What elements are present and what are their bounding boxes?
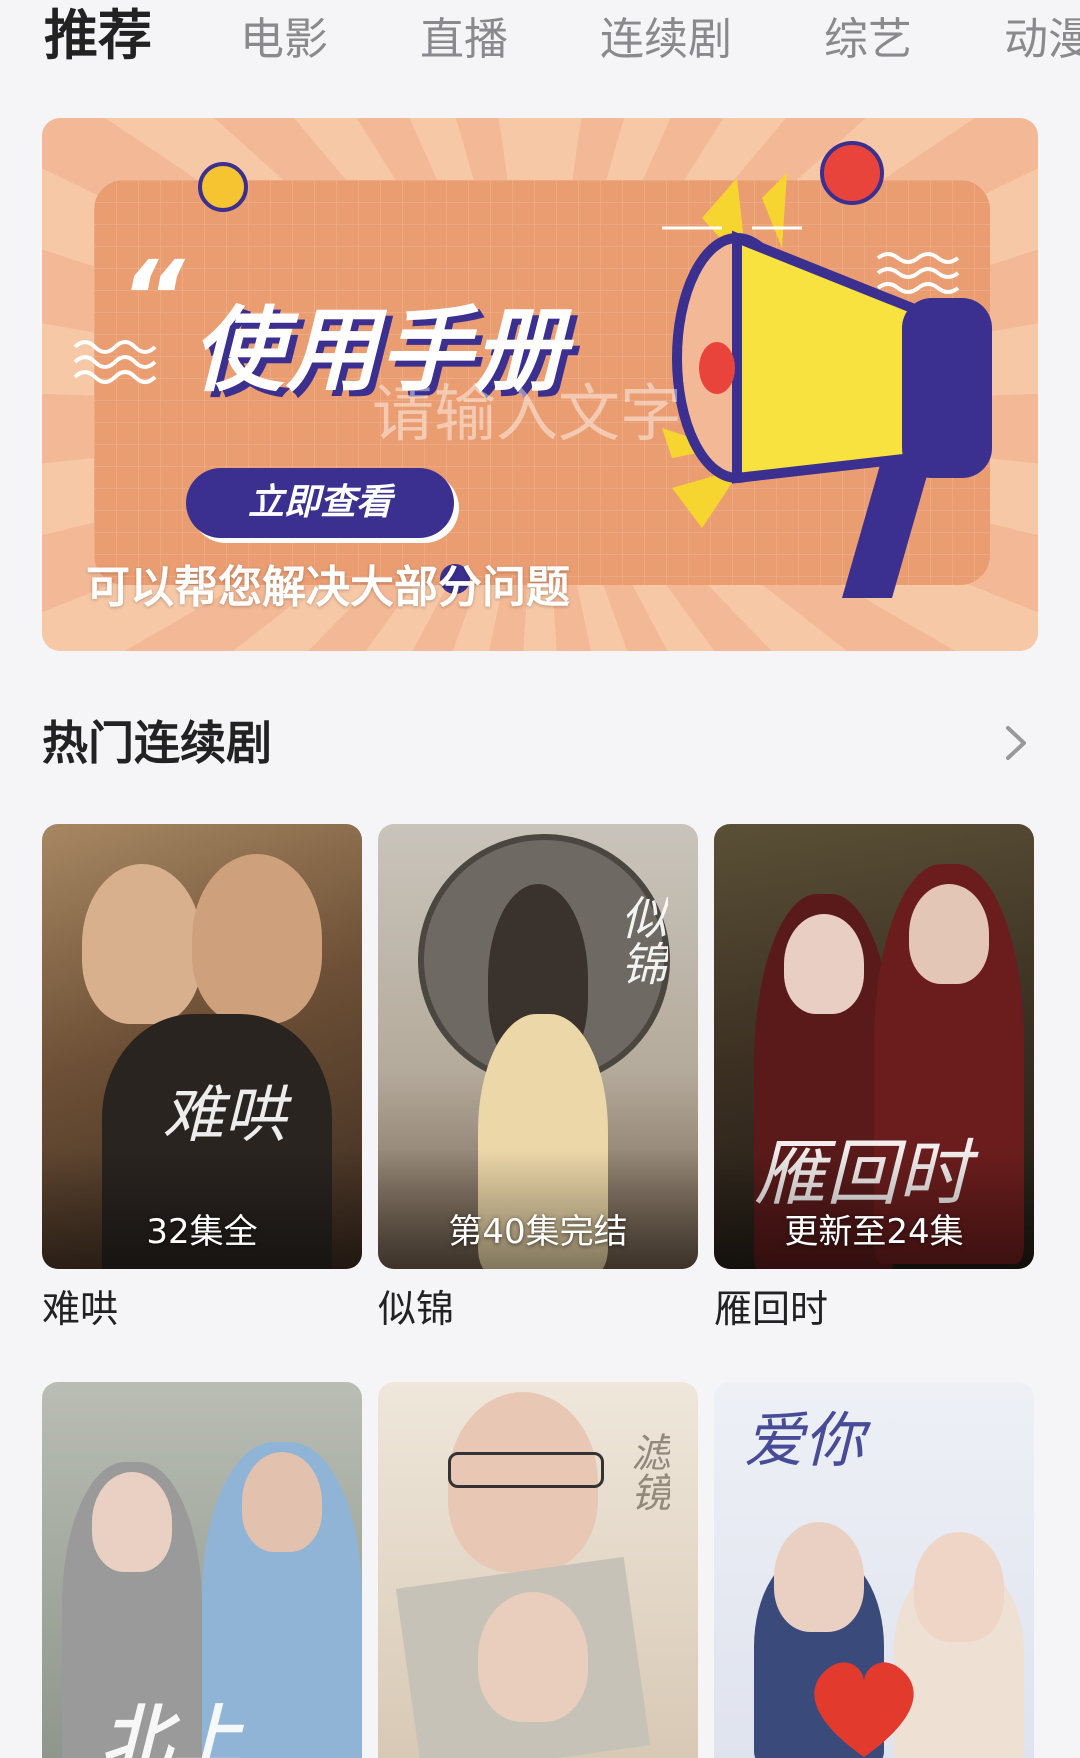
tab-variety[interactable]: 综艺 bbox=[824, 10, 912, 70]
show-poster[interactable]: 难哄 32集全 bbox=[42, 824, 362, 1269]
poster-title-art: 似锦 bbox=[614, 894, 668, 986]
show-card[interactable]: 滤镜 bbox=[378, 1382, 698, 1758]
poster-face bbox=[909, 884, 989, 984]
top-tab-bar: 推荐 电影 直播 连续剧 综艺 动漫 bbox=[0, 0, 1080, 90]
episode-badge: 更新至24集 bbox=[784, 1212, 964, 1252]
quote-mark: “ bbox=[120, 239, 185, 356]
show-title[interactable]: 似锦 bbox=[378, 1283, 698, 1335]
poster-title-art: 难哄 bbox=[162, 1078, 287, 1151]
tab-anime[interactable]: 动漫 bbox=[1004, 10, 1080, 70]
poster-face bbox=[784, 914, 864, 1014]
heart-icon bbox=[814, 1662, 914, 1757]
show-poster[interactable]: 北上 bbox=[42, 1382, 362, 1758]
poster-face bbox=[242, 1452, 322, 1552]
tab-live[interactable]: 直播 bbox=[420, 10, 508, 70]
show-title[interactable]: 雁回时 bbox=[714, 1283, 1034, 1335]
poster-face bbox=[478, 1592, 588, 1722]
tab-movies[interactable]: 电影 bbox=[240, 10, 328, 70]
megaphone-icon bbox=[662, 173, 992, 598]
poster-face bbox=[774, 1522, 864, 1632]
show-poster[interactable]: 爱你 bbox=[714, 1382, 1034, 1758]
view-now-button[interactable]: 立即查看 bbox=[186, 468, 454, 538]
show-poster[interactable]: 滤镜 bbox=[378, 1382, 698, 1758]
banner-placeholder-text: 请输入文字 bbox=[372, 377, 683, 450]
episode-badge: 32集全 bbox=[146, 1212, 258, 1252]
poster-face bbox=[914, 1532, 1004, 1642]
show-card[interactable]: 北上 bbox=[42, 1382, 362, 1758]
section-title: 热门连续剧 bbox=[42, 716, 272, 770]
poster-title-art: 滤镜 bbox=[624, 1432, 670, 1512]
show-card[interactable]: 雁回时 更新至24集 雁回时 bbox=[714, 824, 1034, 1335]
show-card[interactable]: 爱你 bbox=[714, 1382, 1034, 1758]
promo-banner[interactable]: “ 使用手册 立即查看 请输入文字 可以帮您解决大部分问题 bbox=[42, 118, 1038, 651]
show-title[interactable]: 难哄 bbox=[42, 1283, 362, 1335]
decor-yellow-dot bbox=[198, 162, 248, 212]
poster-face bbox=[92, 1472, 172, 1572]
poster-figure bbox=[82, 864, 202, 1024]
show-poster[interactable]: 似锦 第40集完结 bbox=[378, 824, 698, 1269]
show-card[interactable]: 似锦 第40集完结 似锦 bbox=[378, 824, 698, 1335]
tab-series[interactable]: 连续剧 bbox=[600, 10, 732, 70]
poster-glasses bbox=[448, 1452, 604, 1488]
poster-figure bbox=[192, 854, 322, 1024]
episode-badge: 第40集完结 bbox=[448, 1212, 628, 1252]
banner-subtitle: 可以帮您解决大部分问题 bbox=[86, 562, 570, 613]
poster-title-art: 爱你 bbox=[744, 1406, 864, 1476]
poster-title-art: 北上 bbox=[102, 1696, 242, 1758]
show-card[interactable]: 难哄 32集全 难哄 bbox=[42, 824, 362, 1335]
tab-recommend[interactable]: 推荐 bbox=[44, 6, 152, 66]
chevron-right-icon[interactable] bbox=[996, 718, 1036, 768]
show-poster[interactable]: 雁回时 更新至24集 bbox=[714, 824, 1034, 1269]
